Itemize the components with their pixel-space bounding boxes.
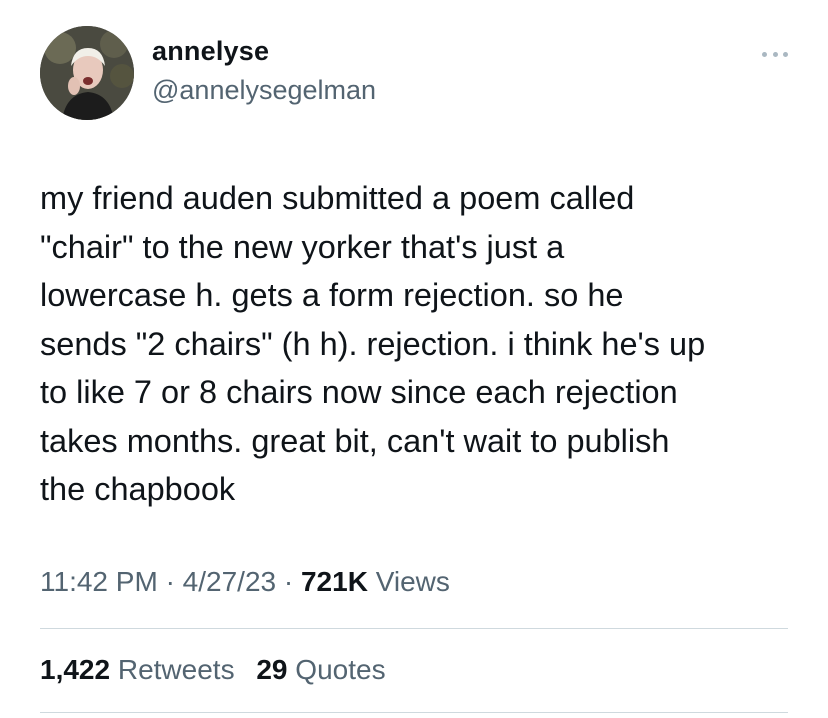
dot: [783, 51, 788, 57]
quotes-label: Quotes: [295, 654, 386, 685]
retweets-stat[interactable]: 1,422 Retweets: [40, 654, 235, 685]
avatar-photo-icon: [40, 26, 134, 120]
views-count[interactable]: 721K: [301, 566, 368, 597]
retweets-count: 1,422: [40, 654, 111, 685]
engagement-stats: 1,422 Retweets 29 Quotes: [40, 654, 386, 686]
meta-separator: ·: [165, 566, 175, 597]
retweets-label: Retweets: [117, 654, 235, 685]
tweet-date[interactable]: 4/27/23: [183, 566, 276, 597]
tweet-meta: 11:42 PM · 4/27/23 · 721K Views: [40, 566, 450, 598]
views-label[interactable]: Views: [376, 566, 450, 597]
tweet-card: annelyse @annelysegelman my friend auden…: [0, 0, 828, 718]
quotes-count: 29: [256, 654, 288, 685]
avatar[interactable]: [40, 26, 134, 120]
dot: [772, 51, 778, 57]
quotes-stat[interactable]: 29 Quotes: [256, 654, 385, 685]
more-options-icon[interactable]: [762, 44, 788, 64]
divider: [40, 628, 788, 629]
dot: [762, 51, 767, 57]
tweet-time[interactable]: 11:42 PM: [40, 566, 158, 597]
display-name[interactable]: annelyse: [152, 36, 269, 67]
user-handle[interactable]: @annelysegelman: [152, 75, 376, 106]
tweet-text: my friend auden submitted a poem called …: [40, 180, 706, 507]
divider: [40, 712, 788, 713]
meta-separator: ·: [283, 566, 294, 597]
